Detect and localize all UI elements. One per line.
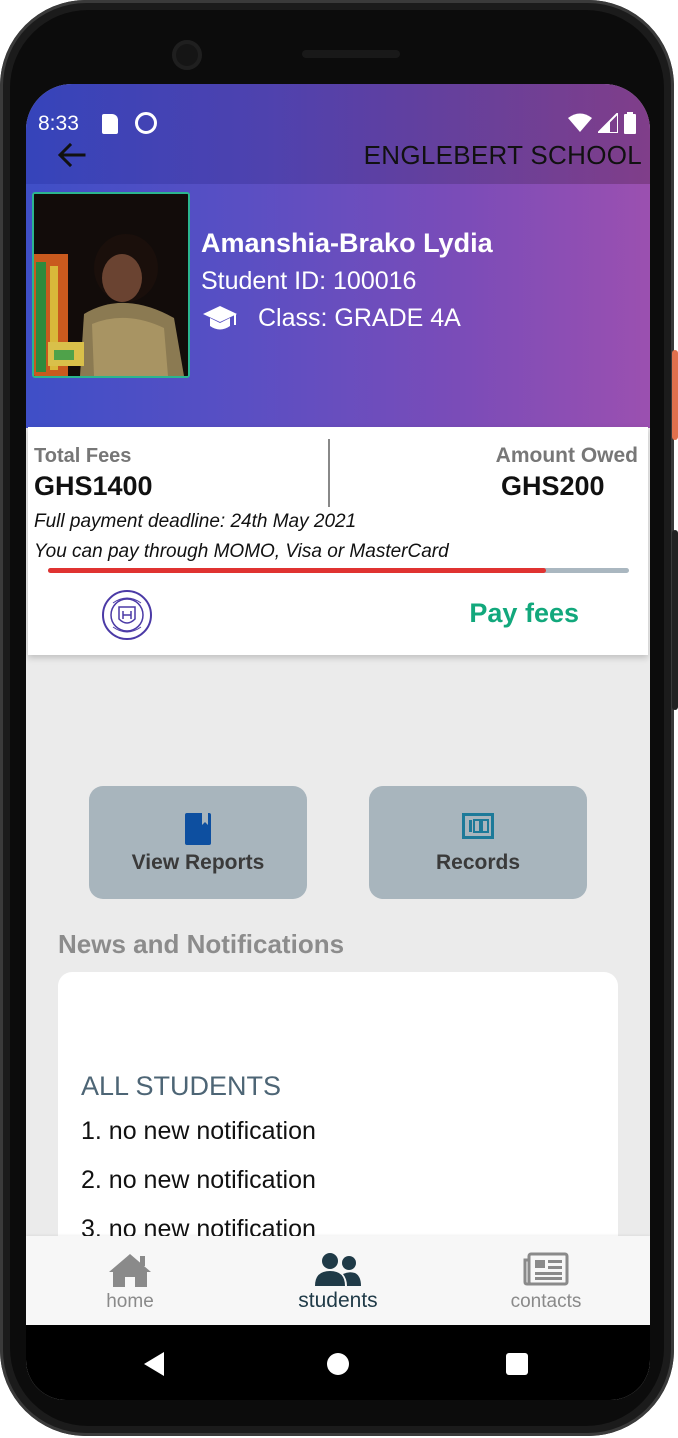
students-icon [315,1253,361,1286]
newspaper-icon [523,1252,569,1286]
records-icon [462,813,494,839]
back-arrow-icon[interactable] [56,139,88,171]
volume-button [672,530,678,710]
news-card[interactable]: ALL STUDENTS 1. no new notification 2. n… [58,972,618,1272]
nav-home-label: home [106,1291,154,1312]
status-time: 8:33 [38,112,79,135]
nav-students-label: students [298,1289,378,1312]
earpiece-speaker [302,50,400,58]
student-class: Class: GRADE 4A [258,304,461,332]
side-button-accent [672,350,678,440]
amount-owed-value: GHS200 [501,471,605,501]
news-item: 2. no new notification [81,1166,316,1194]
school-logo [102,590,152,640]
battery-icon [624,112,636,134]
payment-methods: You can pay through MOMO, Visa or Master… [34,541,449,562]
graduation-cap-icon [203,305,237,329]
status-icons [568,112,636,134]
nav-contacts-label: contacts [510,1291,582,1312]
payment-progress-bar [48,568,629,573]
student-header: 8:33 ENGLEBERT SCHOOL Amanshia-Brako Lyd… [26,84,650,428]
status-bar: 8:33 [26,106,650,142]
signal-icon [598,113,618,133]
student-photo [32,192,190,378]
book-icon [185,813,211,845]
system-home-button[interactable] [327,1353,349,1375]
news-heading: ALL STUDENTS [81,1071,282,1101]
system-back-button[interactable] [144,1352,164,1376]
news-section-title: News and Notifications [58,929,345,959]
student-photo-image [34,194,188,376]
student-id: Student ID: 100016 [201,267,417,295]
total-fees-label: Total Fees [34,445,132,467]
nav-home[interactable]: home [26,1236,234,1325]
app-screen: 8:33 ENGLEBERT SCHOOL Amanshia-Brako Lyd… [26,84,650,1400]
view-reports-label: View Reports [131,851,265,874]
system-navigation-bar [26,1325,650,1400]
bottom-navigation: home students contacts [26,1236,650,1325]
payment-deadline: Full payment deadline: 24th May 2021 [34,511,357,532]
news-item: 1. no new notification [81,1117,316,1145]
wifi-icon [568,113,592,132]
home-icon [109,1254,151,1287]
total-fees-value: GHS1400 [34,471,153,501]
nav-contacts[interactable]: contacts [442,1236,650,1325]
fees-divider [328,439,330,507]
system-recents-button[interactable] [506,1353,528,1375]
app-title: ENGLEBERT SCHOOL [363,140,642,170]
sd-card-icon [102,114,118,134]
amount-owed-label: Amount Owed [495,444,638,467]
records-label: Records [435,851,521,874]
view-reports-button[interactable]: View Reports [89,786,307,899]
pay-fees-button[interactable]: Pay fees [469,598,579,629]
nav-students[interactable]: students [234,1236,442,1325]
student-class-row: Class: GRADE 4A [202,304,461,333]
payment-progress-fill [48,568,546,573]
front-camera [172,40,202,70]
fees-card: Total Fees GHS1400 Amount Owed GHS200 Fu… [28,427,648,655]
records-button[interactable]: Records [369,786,587,899]
student-name: Amanshia-Brako Lydia [201,228,493,258]
sync-icon [135,112,157,134]
